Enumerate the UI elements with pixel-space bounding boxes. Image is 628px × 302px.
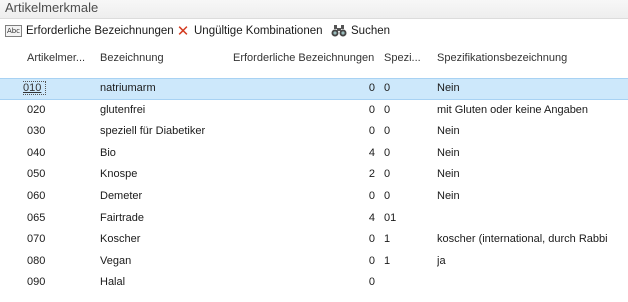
cell-name[interactable]: Vegan	[100, 251, 230, 273]
cell-spec[interactable]: 01	[384, 208, 429, 230]
table-row[interactable]: 065 Fairtrade 4 01	[0, 208, 628, 230]
column-header-code[interactable]: Artikelmer...	[27, 44, 89, 72]
cell-name[interactable]: Demeter	[100, 186, 230, 208]
cell-required[interactable]: 0	[232, 186, 375, 208]
cell-code[interactable]: 060	[27, 186, 87, 208]
cell-name[interactable]: Fairtrade	[100, 208, 230, 230]
cell-required[interactable]: 0	[232, 251, 375, 273]
cell-spec-name[interactable]: Nein	[437, 186, 628, 208]
invalid-combinations-label: Ungültige Kombinationen	[194, 25, 323, 37]
cell-spec[interactable]: 1	[384, 229, 429, 251]
window-title-bar: Artikelmerkmale	[0, 0, 628, 19]
cell-code[interactable]: 040	[27, 143, 87, 165]
cell-spec[interactable]: 0	[384, 100, 429, 122]
cell-spec-name[interactable]: Nein	[437, 121, 628, 143]
cell-required[interactable]: 0	[232, 272, 375, 294]
search-button[interactable]: Suchen	[331, 21, 390, 41]
cell-name[interactable]: glutenfrei	[100, 100, 230, 122]
search-label: Suchen	[351, 25, 391, 37]
cell-required[interactable]: 4	[232, 208, 375, 230]
cell-code[interactable]: 050	[27, 164, 87, 186]
abc-icon: Abc	[5, 25, 22, 37]
invalid-combinations-button[interactable]: ✕ Ungültige Kombinationen	[176, 21, 323, 41]
binoculars-icon	[331, 24, 347, 38]
cell-spec-name[interactable]	[437, 272, 628, 294]
x-icon: ✕	[176, 22, 190, 40]
table-row[interactable]: 040 Bio 4 0 Nein	[0, 143, 628, 165]
table-row[interactable]: 030 speziell für Diabetiker 0 0 Nein	[0, 121, 628, 143]
cell-code[interactable]: 030	[27, 121, 87, 143]
column-header-name[interactable]: Bezeichnung	[100, 44, 230, 72]
toolbar: Abc Erforderliche Bezeichnungen ✕ Ungült…	[0, 19, 628, 44]
table-row[interactable]: 070 Koscher 0 1 koscher (international, …	[0, 229, 628, 251]
column-header-spec[interactable]: Spezi...	[384, 44, 429, 72]
required-names-button[interactable]: Abc Erforderliche Bezeichnungen	[5, 21, 174, 41]
column-header-spec-name[interactable]: Spezifikationsbezeichnung	[437, 44, 627, 72]
cell-spec-name[interactable]: mit Gluten oder keine Angaben	[437, 100, 628, 122]
table-row[interactable]: 010 natriumarm 0 0 Nein	[0, 78, 628, 100]
cell-name[interactable]: speziell für Diabetiker	[100, 121, 230, 143]
cell-required[interactable]: 2	[232, 164, 375, 186]
cell-spec-name[interactable]	[437, 208, 628, 230]
cell-code[interactable]: 010	[23, 78, 83, 100]
cell-spec-name[interactable]: ja	[437, 251, 628, 273]
cell-spec[interactable]: 0	[384, 164, 429, 186]
table-row[interactable]: 050 Knospe 2 0 Nein	[0, 164, 628, 186]
table-row[interactable]: 090 Halal 0	[0, 272, 628, 294]
cell-required[interactable]: 0	[232, 78, 375, 100]
cell-name[interactable]: natriumarm	[100, 78, 230, 100]
cell-spec[interactable]: 0	[384, 121, 429, 143]
cell-required[interactable]: 0	[232, 121, 375, 143]
cell-name[interactable]: Knospe	[100, 164, 230, 186]
table-row[interactable]: 060 Demeter 0 0 Nein	[0, 186, 628, 208]
table-row[interactable]: 020 glutenfrei 0 0 mit Gluten oder keine…	[0, 100, 628, 122]
required-names-label: Erforderliche Bezeichnungen	[26, 25, 174, 37]
column-header-required[interactable]: Erforderliche Bezeichnungen	[233, 44, 378, 72]
cell-spec[interactable]: 0	[384, 78, 429, 100]
cell-spec[interactable]: 1	[384, 251, 429, 273]
window-title: Artikelmerkmale	[5, 0, 99, 15]
cell-spec-name[interactable]: Nein	[437, 164, 628, 186]
cell-spec-name[interactable]: koscher (international, durch Rabbi	[437, 229, 628, 251]
cell-name[interactable]: Bio	[100, 143, 230, 165]
cell-required[interactable]: 4	[232, 143, 375, 165]
table-row[interactable]: 080 Vegan 0 1 ja	[0, 251, 628, 273]
cell-name[interactable]: Koscher	[100, 229, 230, 251]
cell-required[interactable]: 0	[232, 229, 375, 251]
grid-header: Artikelmer... Bezeichnung Erforderliche …	[0, 44, 628, 72]
cell-code[interactable]: 065	[27, 208, 87, 230]
cell-spec-name[interactable]: Nein	[437, 78, 628, 100]
grid-body: 010 natriumarm 0 0 Nein 020 glutenfrei 0…	[0, 78, 628, 294]
cell-spec-name[interactable]: Nein	[437, 143, 628, 165]
cell-name[interactable]: Halal	[100, 272, 230, 294]
cell-code[interactable]: 090	[27, 272, 87, 294]
cell-code[interactable]: 020	[27, 100, 87, 122]
cell-spec[interactable]	[384, 272, 429, 294]
cell-code[interactable]: 080	[27, 251, 87, 273]
cell-spec[interactable]: 0	[384, 143, 429, 165]
cell-spec[interactable]: 0	[384, 186, 429, 208]
cell-required[interactable]: 0	[232, 100, 375, 122]
cell-code[interactable]: 070	[27, 229, 87, 251]
